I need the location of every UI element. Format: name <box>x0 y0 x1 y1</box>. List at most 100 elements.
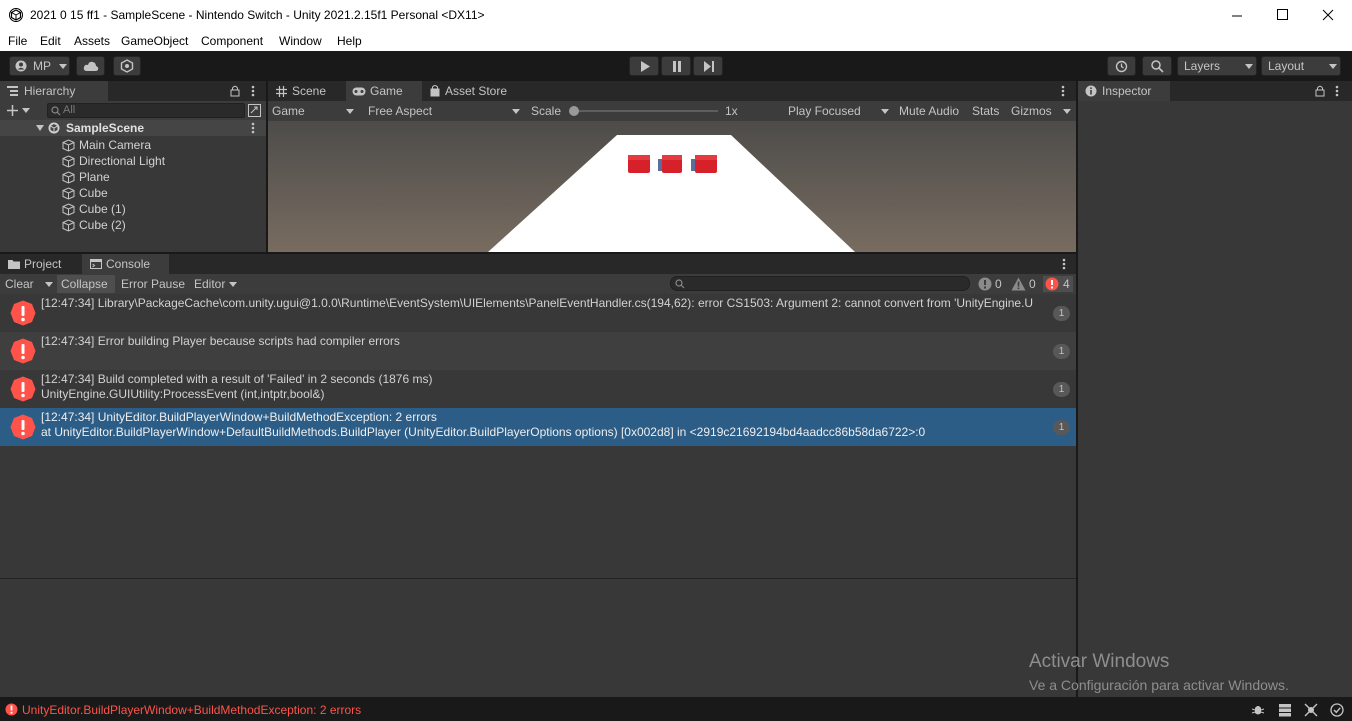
tab-game[interactable]: Game <box>346 81 422 101</box>
log-count-badge: 1 <box>1053 344 1070 359</box>
console-log-entry[interactable]: [12:47:34] Build completed with a result… <box>0 370 1076 408</box>
hierarchy-item[interactable]: Plane <box>0 169 265 185</box>
aspect-dropdown[interactable]: Free Aspect <box>364 101 524 121</box>
expand-arrow-icon[interactable] <box>36 125 44 131</box>
hierarchy-item-label: Cube (2) <box>79 218 126 232</box>
mute-audio-toggle[interactable]: Mute Audio <box>899 101 959 121</box>
hierarchy-search-placeholder: All <box>63 104 76 116</box>
play-button[interactable] <box>629 56 659 76</box>
tab-asset-store[interactable]: Asset Store <box>422 81 522 101</box>
menu-edit[interactable]: Edit <box>40 34 61 48</box>
menu-gameobject[interactable]: GameObject <box>121 34 188 48</box>
gameobject-icon <box>62 219 75 232</box>
hierarchy-panel: Hierarchy All SampleScene Main Camera Di… <box>0 81 266 252</box>
error-pause-toggle[interactable]: Error Pause <box>117 275 189 293</box>
hierarchy-item[interactable]: Cube (1) <box>0 201 265 217</box>
scale-slider-track[interactable] <box>573 110 718 112</box>
pause-button[interactable] <box>661 56 691 76</box>
game-panel: Scene Game Asset Store Game Free Aspect … <box>268 81 1076 252</box>
search-icon <box>51 106 61 116</box>
console-search-input[interactable] <box>670 276 970 291</box>
warning-filter-toggle[interactable]: 0 <box>1009 276 1039 292</box>
hierarchy-item[interactable]: Cube <box>0 185 265 201</box>
center-tabbar: Scene Game Asset Store <box>268 81 1076 101</box>
hierarchy-item[interactable]: Main Camera <box>0 137 265 153</box>
log-count-badge: 1 <box>1053 382 1070 397</box>
menu-help[interactable]: Help <box>337 34 362 48</box>
lock-icon[interactable] <box>1315 85 1325 97</box>
collab-button[interactable] <box>113 56 141 76</box>
chevron-down-icon[interactable] <box>22 108 30 113</box>
search-icon <box>1151 60 1164 73</box>
maximize-button[interactable] <box>1276 8 1290 22</box>
kebab-menu-icon[interactable] <box>251 85 255 97</box>
activation-watermark-text: Ve a Configuración para activar Windows. <box>1029 677 1289 693</box>
play-mode-dropdown[interactable]: Play Focused <box>782 101 894 121</box>
chevron-down-icon <box>45 282 53 287</box>
tab-console[interactable]: Console <box>82 254 169 274</box>
network-icon[interactable] <box>1304 703 1318 717</box>
kebab-menu-icon[interactable] <box>1335 85 1339 97</box>
clear-button[interactable]: Clear <box>1 275 55 293</box>
error-icon <box>10 376 36 402</box>
undo-history-button[interactable] <box>1107 56 1136 76</box>
tab-hierarchy[interactable]: Hierarchy <box>0 81 108 101</box>
console-splitter[interactable] <box>0 578 1076 579</box>
hierarchy-item[interactable]: Cube (2) <box>0 217 265 233</box>
chevron-down-icon[interactable] <box>1063 109 1071 114</box>
step-button[interactable] <box>693 56 723 76</box>
close-button[interactable] <box>1321 8 1335 22</box>
kebab-menu-icon[interactable] <box>1061 85 1065 97</box>
menu-window[interactable]: Window <box>279 34 322 48</box>
collapse-toggle[interactable]: Collapse <box>57 275 115 293</box>
layers-label: Layers <box>1184 59 1221 73</box>
error-filter-toggle[interactable]: 4 <box>1043 276 1073 292</box>
tab-project[interactable]: Project <box>0 254 82 274</box>
stats-toggle[interactable]: Stats <box>972 101 999 121</box>
plus-icon[interactable] <box>7 105 18 116</box>
hierarchy-search-input[interactable]: All <box>47 103 245 118</box>
menu-file[interactable]: File <box>8 34 27 48</box>
menu-component[interactable]: Component <box>201 34 263 48</box>
cloud-button[interactable] <box>76 56 105 76</box>
kebab-menu-icon[interactable] <box>1062 258 1066 270</box>
display-dropdown[interactable]: Game <box>268 101 358 121</box>
layers-dropdown[interactable]: Layers <box>1177 56 1257 76</box>
hierarchy-scene-row[interactable]: SampleScene <box>0 120 266 136</box>
gizmos-toggle[interactable]: Gizmos <box>1011 101 1052 121</box>
hierarchy-item[interactable]: Directional Light <box>0 153 265 169</box>
editor-dropdown[interactable]: Editor <box>190 275 240 293</box>
game-view-render[interactable] <box>268 121 1076 252</box>
console-log-entry[interactable]: [12:47:34] Error building Player because… <box>0 332 1076 370</box>
warning-icon <box>1011 277 1026 291</box>
search-button[interactable] <box>1142 56 1172 76</box>
minimize-button[interactable] <box>1230 8 1244 22</box>
console-log-entry[interactable]: [12:47:34] Library\PackageCache\com.unit… <box>0 294 1076 332</box>
tab-inspector[interactable]: Inspector <box>1078 81 1170 101</box>
cube-mesh <box>628 155 650 173</box>
tab-asset-store-label: Asset Store <box>445 84 508 98</box>
console-log-entry-selected[interactable]: [12:47:34] UnityEditor.BuildPlayerWindow… <box>0 408 1076 446</box>
scale-slider-handle[interactable] <box>569 106 579 116</box>
chevron-down-icon <box>229 282 237 287</box>
menu-assets[interactable]: Assets <box>74 34 110 48</box>
shopping-bag-icon <box>430 85 440 97</box>
lock-icon[interactable] <box>230 85 240 97</box>
main-toolbar: MP Layers Layout <box>0 51 1352 81</box>
tab-console-label: Console <box>106 257 151 271</box>
info-filter-toggle[interactable]: 0 <box>976 276 1006 292</box>
account-dropdown[interactable]: MP <box>9 56 70 76</box>
scene-visibility-icon[interactable] <box>248 104 261 117</box>
log-detail: UnityEngine.GUIUtility:ProcessEvent (int… <box>41 387 325 401</box>
kebab-menu-icon[interactable] <box>251 122 255 134</box>
history-icon <box>1115 60 1128 73</box>
check-circle-icon[interactable] <box>1330 703 1344 717</box>
clear-label: Clear <box>5 277 34 291</box>
status-message[interactable]: UnityEditor.BuildPlayerWindow+BuildMetho… <box>22 703 361 717</box>
hierarchy-item-label: Cube (1) <box>79 202 126 216</box>
tab-scene[interactable]: Scene <box>268 81 346 101</box>
layout-dropdown[interactable]: Layout <box>1261 56 1341 76</box>
log-detail: at UnityEditor.BuildPlayerWindow+Default… <box>41 425 926 439</box>
cache-server-icon[interactable] <box>1278 703 1292 717</box>
debug-icon[interactable] <box>1251 703 1265 717</box>
